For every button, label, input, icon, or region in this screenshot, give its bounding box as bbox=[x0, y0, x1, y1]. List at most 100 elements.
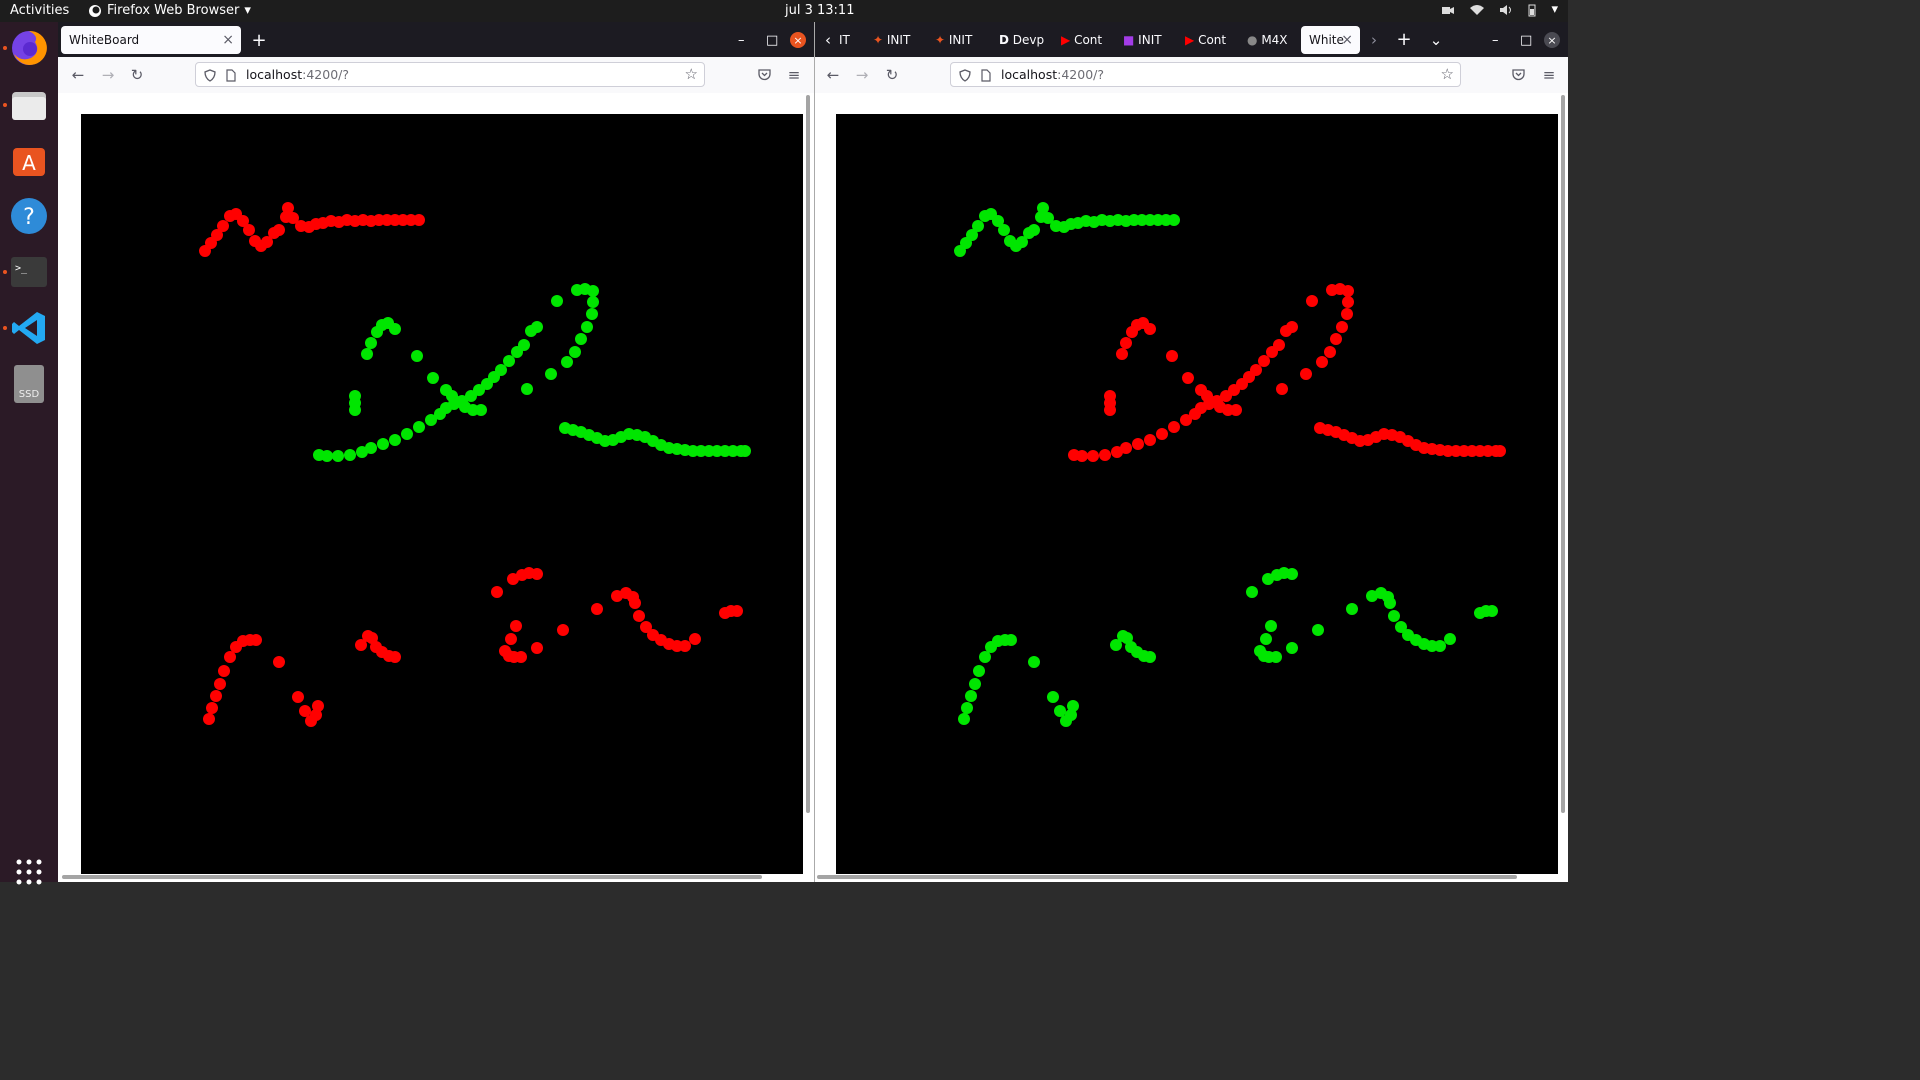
stroke-group-top bbox=[199, 202, 425, 257]
stroke-dot bbox=[998, 224, 1010, 236]
reload-icon[interactable]: ↻ bbox=[883, 66, 901, 84]
horizontal-scrollbar[interactable] bbox=[817, 875, 1517, 879]
stroke-dot bbox=[1144, 434, 1156, 446]
back-arrow-icon[interactable]: ← bbox=[69, 66, 87, 84]
right-browser-window: ‹ IT ✦ INIT ✦ INIT D Devp ▶ Cont ■ INIT … bbox=[815, 22, 1568, 882]
list-all-tabs-icon[interactable]: ⌄ bbox=[1427, 31, 1445, 49]
stroke-dot bbox=[1286, 642, 1298, 654]
tab-1[interactable]: IT bbox=[831, 26, 859, 54]
vertical-scrollbar[interactable] bbox=[1561, 95, 1565, 813]
stroke-dot bbox=[531, 568, 543, 580]
stroke-dot bbox=[587, 285, 599, 297]
tab-5[interactable]: ▶ Cont bbox=[1053, 26, 1111, 54]
tab-whiteboard[interactable]: WhiteBoard × bbox=[61, 26, 241, 54]
youtube-icon: ▶ bbox=[1061, 33, 1071, 47]
tab-4[interactable]: D Devp bbox=[991, 26, 1049, 54]
bookmark-star-icon[interactable]: ☆ bbox=[1441, 65, 1454, 83]
url-text: localhost:4200/? bbox=[246, 67, 349, 82]
stroke-dot bbox=[1120, 442, 1132, 454]
stroke-group-bottom bbox=[203, 567, 743, 727]
minimize-button[interactable]: – bbox=[738, 33, 745, 48]
help-icon[interactable]: ? bbox=[9, 196, 49, 236]
forward-arrow-icon[interactable]: → bbox=[99, 66, 117, 84]
app-menu[interactable]: Firefox Web Browser ▾ bbox=[88, 3, 251, 18]
page-content bbox=[58, 93, 814, 882]
vertical-scrollbar[interactable] bbox=[806, 95, 810, 813]
menu-icon[interactable]: ≡ bbox=[1540, 66, 1558, 84]
scroll-tabs-right-icon[interactable]: › bbox=[1365, 31, 1383, 49]
stroke-dot bbox=[679, 640, 691, 652]
back-arrow-icon[interactable]: ← bbox=[824, 66, 842, 84]
shield-icon bbox=[959, 69, 971, 82]
reload-icon[interactable]: ↻ bbox=[128, 66, 146, 84]
close-tab-icon[interactable]: × bbox=[222, 26, 234, 54]
tab-8[interactable]: ● M4X bbox=[1239, 26, 1299, 54]
stroke-dot bbox=[1246, 586, 1258, 598]
firefox-icon[interactable] bbox=[9, 28, 49, 68]
url-bar[interactable]: localhost:4200/? ☆ bbox=[195, 62, 705, 87]
page-icon bbox=[226, 69, 236, 82]
stroke-dot bbox=[214, 678, 226, 690]
menu-icon[interactable]: ≡ bbox=[785, 66, 803, 84]
files-icon[interactable] bbox=[9, 85, 49, 125]
tab-7[interactable]: ▶ Cont bbox=[1177, 26, 1235, 54]
tab-whiteboard[interactable]: White × bbox=[1301, 26, 1360, 54]
stroke-dot bbox=[1168, 421, 1180, 433]
stroke-dot bbox=[273, 224, 285, 236]
maximize-button[interactable]: □ bbox=[766, 33, 778, 48]
bookmark-star-icon[interactable]: ☆ bbox=[685, 65, 698, 83]
whiteboard-canvas[interactable] bbox=[836, 114, 1558, 874]
software-icon[interactable]: A bbox=[9, 140, 49, 180]
stroke-dot bbox=[510, 620, 522, 632]
stroke-dot bbox=[1087, 450, 1099, 462]
stroke-group-middle bbox=[313, 283, 751, 462]
show-apps-icon[interactable] bbox=[15, 858, 43, 886]
minimize-button[interactable]: – bbox=[1492, 33, 1499, 48]
new-tab-button[interactable]: + bbox=[1395, 29, 1413, 50]
url-bar[interactable]: localhost:4200/? ☆ bbox=[950, 62, 1461, 87]
stroke-dot bbox=[569, 346, 581, 358]
terminal-icon[interactable]: >_ bbox=[9, 252, 49, 292]
init-icon: ✦ bbox=[873, 33, 884, 47]
stroke-dot bbox=[1494, 445, 1506, 457]
stroke-dot bbox=[361, 348, 373, 360]
stroke-dot bbox=[218, 665, 230, 677]
tab-6[interactable]: ■ INIT bbox=[1115, 26, 1173, 54]
stroke-dot bbox=[377, 438, 389, 450]
stroke-dot bbox=[292, 691, 304, 703]
maximize-button[interactable]: □ bbox=[1520, 33, 1532, 48]
pocket-icon[interactable] bbox=[1512, 68, 1525, 81]
close-tab-icon[interactable]: × bbox=[1341, 26, 1353, 54]
whiteboard-canvas[interactable] bbox=[81, 114, 803, 874]
ssd-drive-icon[interactable]: SSD bbox=[9, 364, 49, 404]
stroke-dot bbox=[1270, 651, 1282, 663]
stroke-dot bbox=[1120, 337, 1132, 349]
system-tray[interactable]: ▾ bbox=[1441, 2, 1558, 17]
stroke-dot bbox=[689, 633, 701, 645]
new-tab-button[interactable]: + bbox=[250, 30, 268, 51]
svg-text:?: ? bbox=[23, 205, 35, 230]
stroke-dot bbox=[965, 690, 977, 702]
stroke-dot bbox=[1156, 428, 1168, 440]
stroke-dot bbox=[1099, 449, 1111, 461]
stroke-dot bbox=[1168, 214, 1180, 226]
horizontal-scrollbar[interactable] bbox=[62, 875, 762, 879]
running-indicator bbox=[3, 326, 7, 330]
window-close-button[interactable]: × bbox=[790, 32, 806, 48]
strokes-right bbox=[954, 202, 1506, 727]
stroke-dot bbox=[557, 624, 569, 636]
stroke-dot bbox=[1028, 656, 1040, 668]
window-close-button[interactable]: × bbox=[1544, 32, 1560, 48]
url-text: localhost:4200/? bbox=[1001, 67, 1104, 82]
clock[interactable]: jul 3 13:11 bbox=[785, 3, 854, 18]
tab-3[interactable]: ✦ INIT bbox=[927, 26, 985, 54]
stroke-group-bottom bbox=[958, 567, 1498, 727]
tab-label: INIT bbox=[1138, 33, 1162, 47]
ssd-label: SSD bbox=[19, 389, 40, 400]
forward-arrow-icon[interactable]: → bbox=[853, 66, 871, 84]
tab-2[interactable]: ✦ INIT bbox=[865, 26, 923, 54]
stroke-dot bbox=[1388, 610, 1400, 622]
activities-button[interactable]: Activities bbox=[10, 3, 69, 18]
pocket-icon[interactable] bbox=[758, 68, 771, 81]
vscode-icon[interactable] bbox=[9, 308, 49, 348]
